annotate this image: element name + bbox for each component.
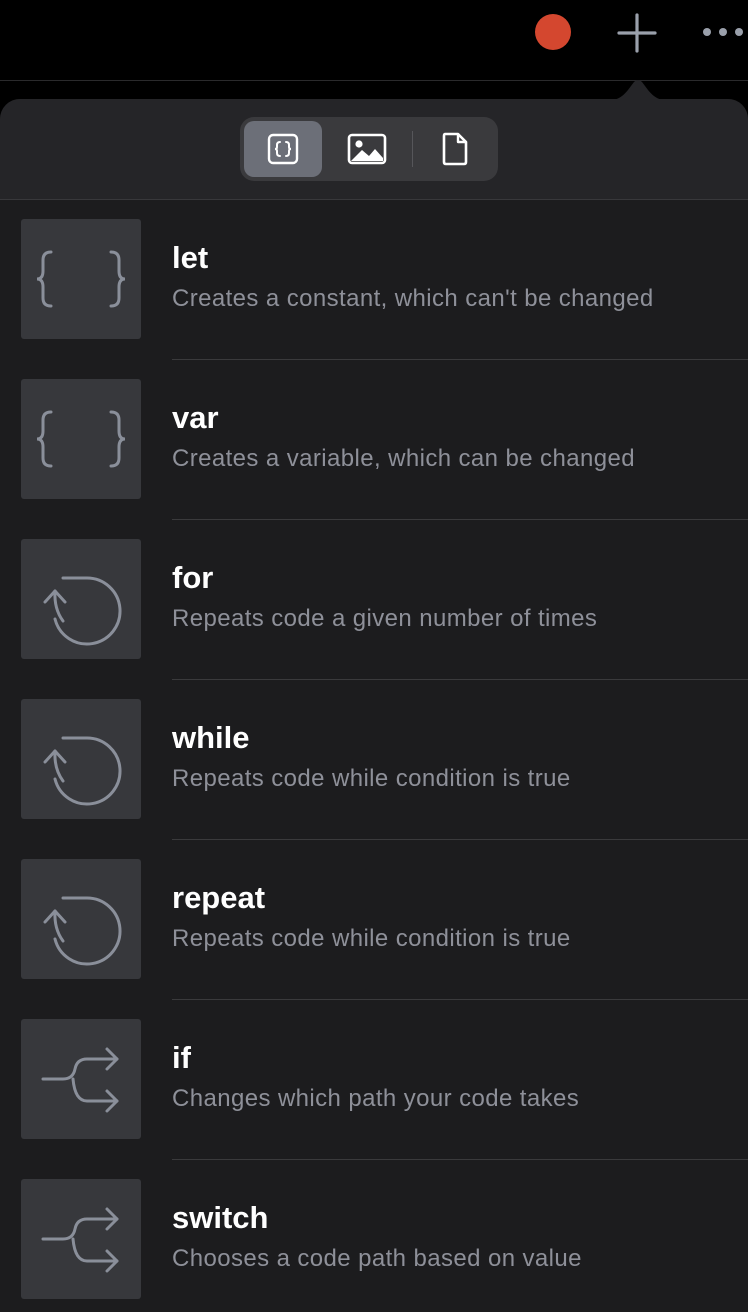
snippet-title: while <box>172 720 250 755</box>
snippet-title: if <box>172 1040 191 1075</box>
snippet-description: Repeats code while condition is true <box>172 925 571 952</box>
tab-code-snippets[interactable] <box>244 121 322 177</box>
snippet-row-while[interactable]: while Repeats code while condition is tr… <box>0 680 748 840</box>
record-button[interactable] <box>535 14 571 50</box>
library-type-segmented-control <box>240 117 498 181</box>
tab-images[interactable] <box>328 121 406 177</box>
snippet-description: Repeats code a given number of times <box>172 605 598 632</box>
loop-icon <box>43 896 122 966</box>
snippet-thumbnail <box>21 379 141 499</box>
snippet-library-popover: let Creates a constant, which can't be c… <box>0 99 748 1312</box>
more-button[interactable] <box>700 18 748 46</box>
snippet-row-repeat[interactable]: repeat Repeats code while condition is t… <box>0 840 748 1000</box>
snippet-thumbnail <box>21 539 141 659</box>
braces-icon <box>36 410 126 468</box>
snippet-description: Changes which path your code takes <box>172 1085 580 1112</box>
loop-icon <box>43 576 122 646</box>
snippet-title: repeat <box>172 880 266 915</box>
add-button[interactable] <box>616 12 658 54</box>
plus-icon <box>617 13 657 53</box>
loop-icon <box>43 736 122 806</box>
tab-files[interactable] <box>416 121 494 177</box>
snippet-description: Repeats code while condition is true <box>172 765 571 792</box>
snippet-row-var[interactable]: var Creates a variable, which can be cha… <box>0 360 748 520</box>
snippet-row-for[interactable]: for Repeats code a given number of times <box>0 520 748 680</box>
snippet-thumbnail <box>21 219 141 339</box>
braces-icon <box>36 250 126 308</box>
snippet-thumbnail <box>21 859 141 979</box>
popover-header <box>0 99 748 199</box>
snippet-description: Creates a constant, which can't be chang… <box>172 285 654 312</box>
snippet-list: let Creates a constant, which can't be c… <box>0 200 748 1312</box>
snippet-title: var <box>172 400 219 435</box>
segment-separator <box>412 131 413 167</box>
branch-icon <box>41 1047 119 1113</box>
snippet-thumbnail <box>21 1179 141 1299</box>
code-braces-icon <box>267 133 299 165</box>
branch-icon <box>41 1207 119 1273</box>
image-icon <box>347 133 387 165</box>
snippet-description: Creates a variable, which can be changed <box>172 445 635 472</box>
snippet-title: for <box>172 560 214 595</box>
snippet-description: Chooses a code path based on value <box>172 1245 582 1272</box>
snippet-thumbnail <box>21 699 141 819</box>
snippet-row-if[interactable]: if Changes which path your code takes <box>0 1000 748 1160</box>
ellipsis-icon <box>703 28 743 36</box>
snippet-title: switch <box>172 1200 269 1235</box>
snippet-row-let[interactable]: let Creates a constant, which can't be c… <box>0 200 748 360</box>
snippet-title: let <box>172 240 209 275</box>
toolbar <box>0 0 748 81</box>
file-icon <box>442 132 468 166</box>
snippet-row-switch[interactable]: switch Chooses a code path based on valu… <box>0 1160 748 1312</box>
snippet-thumbnail <box>21 1019 141 1139</box>
